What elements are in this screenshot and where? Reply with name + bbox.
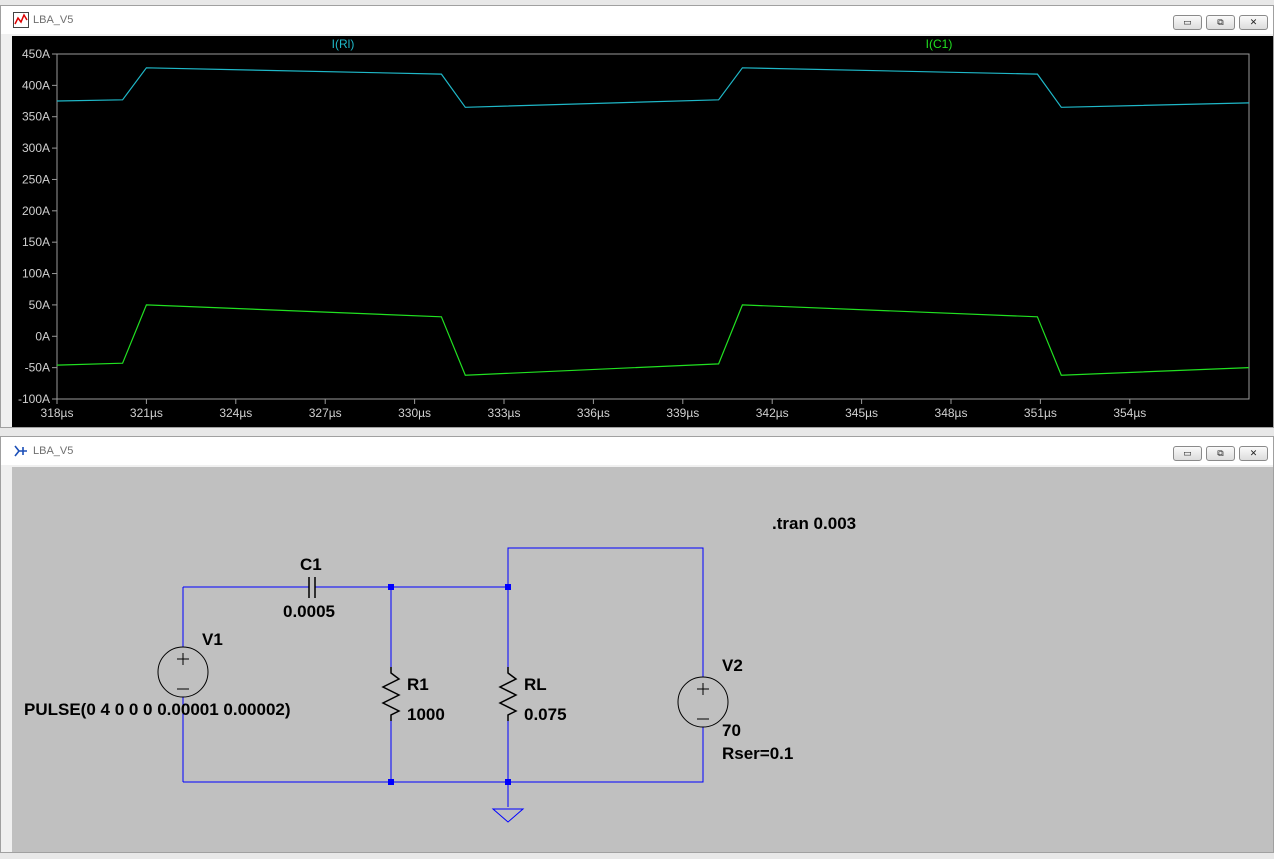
voltage-source-v2[interactable] (677, 676, 729, 728)
x-tick-label: 339µs (666, 406, 699, 420)
y-tick-label: 200A (22, 204, 50, 218)
schematic-icon (14, 445, 27, 457)
tran-directive[interactable]: .tran 0.003 (772, 514, 856, 533)
trace-ic1[interactable] (56, 304, 1250, 376)
x-tick-label: 330µs (398, 406, 431, 420)
x-tick-label: 333µs (488, 406, 521, 420)
junction-dot (388, 584, 394, 590)
waveform-plot-area[interactable]: 450A 400A 350A 300A 250A 200A 150A 100A 50A 0A -50… (12, 36, 1273, 427)
rl-value-label[interactable]: 0.075 (524, 705, 567, 724)
x-tick-label: 318µs (41, 406, 74, 420)
c1-value-label[interactable]: 0.0005 (283, 602, 335, 621)
y-tick-label: 450A (22, 47, 50, 61)
waveform-chart[interactable]: 450A 400A 350A 300A 250A 200A 150A 100A 50A 0A -50… (12, 36, 1274, 429)
voltage-source-v1[interactable] (157, 646, 209, 698)
y-tick-label: 0A (35, 329, 50, 343)
x-tick-label: 327µs (309, 406, 342, 420)
schematic-drawing[interactable]: C1 0.0005 V1 PULSE(0 4 0 0 0 0.00001 0.0… (12, 467, 1274, 854)
minimize-button[interactable]: ▭ (1173, 15, 1202, 30)
plot-frame (56, 53, 1250, 400)
waveform-window[interactable]: LBA_V5 ▭ ⧉ ✕ 450A 400A 350A 300A 250A 200A 150… (0, 5, 1274, 428)
v2-name-label[interactable]: V2 (722, 656, 743, 675)
schematic-window-title: LBA_V5 (33, 445, 74, 457)
x-tick-label: 345µs (845, 406, 878, 420)
resistor-rl[interactable] (498, 667, 518, 721)
y-tick-label: 350A (22, 110, 50, 124)
junction-dot (505, 779, 511, 785)
c1-name-label[interactable]: C1 (300, 555, 322, 574)
trace-label-ic1[interactable]: I(C1) (926, 37, 953, 51)
y-tick-label: 150A (22, 235, 50, 249)
r1-value-label[interactable]: 1000 (407, 705, 445, 724)
schematic-titlebar[interactable]: LBA_V5 ▭ ⧉ ✕ (1, 437, 1273, 465)
junction-dot (505, 584, 511, 590)
resistor-r1[interactable] (381, 667, 401, 721)
schematic-window[interactable]: LBA_V5 ▭ ⧉ ✕ C1 0.0005 V1 PULSE(0 4 0 0 … (0, 436, 1274, 853)
capacitor-c1[interactable] (308, 577, 316, 598)
v2-rser-label[interactable]: Rser=0.1 (722, 744, 793, 763)
junction-dot (388, 779, 394, 785)
wire-bottom[interactable] (183, 727, 704, 783)
x-tick-label: 324µs (219, 406, 252, 420)
trace-irl[interactable] (56, 67, 1250, 108)
x-tick-label: 336µs (577, 406, 610, 420)
r1-name-label[interactable]: R1 (407, 675, 429, 694)
y-tick-label: -100A (18, 392, 50, 406)
v1-name-label[interactable]: V1 (202, 630, 223, 649)
close-button[interactable]: ✕ (1239, 15, 1268, 30)
restore-button[interactable]: ⧉ (1206, 446, 1235, 461)
x-tick-label: 342µs (756, 406, 789, 420)
y-tick-label: 400A (22, 78, 50, 92)
y-tick-label: 250A (22, 172, 50, 186)
waveform-icon (13, 12, 29, 28)
x-tick-label: 354µs (1113, 406, 1146, 420)
trace-label-irl[interactable]: I(Rl) (332, 37, 355, 51)
rl-name-label[interactable]: RL (524, 675, 547, 694)
ground-icon[interactable] (491, 808, 525, 823)
x-tick-label: 321µs (130, 406, 163, 420)
restore-button[interactable]: ⧉ (1206, 15, 1235, 30)
v1-value-label[interactable]: PULSE(0 4 0 0 0 0.00001 0.00002) (24, 700, 291, 719)
x-tick-label: 348µs (935, 406, 968, 420)
wire-top-loop[interactable] (507, 547, 704, 677)
close-button[interactable]: ✕ (1239, 446, 1268, 461)
minimize-button[interactable]: ▭ (1173, 446, 1202, 461)
y-tick-label: 300A (22, 141, 50, 155)
schematic-canvas[interactable]: C1 0.0005 V1 PULSE(0 4 0 0 0 0.00001 0.0… (12, 467, 1273, 852)
y-tick-label: -50A (25, 361, 50, 375)
y-tick-label: 100A (22, 267, 50, 281)
waveform-window-title: LBA_V5 (33, 14, 74, 26)
v2-value-label[interactable]: 70 (722, 721, 741, 740)
waveform-titlebar[interactable]: LBA_V5 ▭ ⧉ ✕ (1, 6, 1273, 34)
y-tick-label: 50A (29, 298, 50, 312)
x-tick-label: 351µs (1024, 406, 1057, 420)
